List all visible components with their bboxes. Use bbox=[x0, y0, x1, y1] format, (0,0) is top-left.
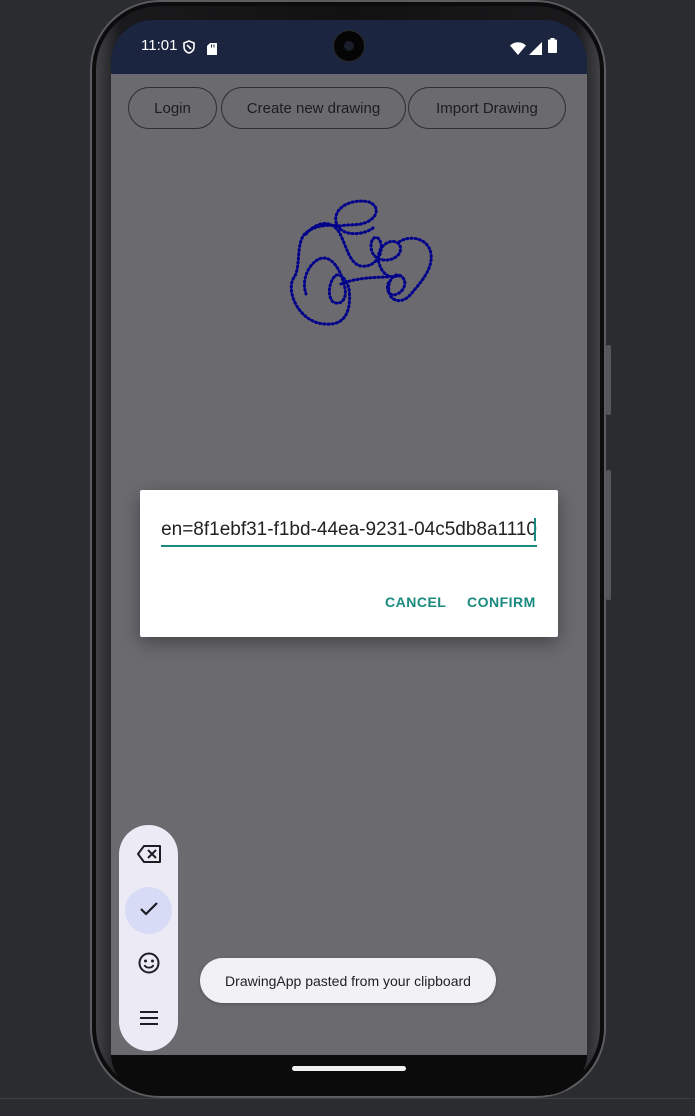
toast-text: DrawingApp pasted from your clipboard bbox=[225, 972, 471, 989]
floating-toolbar bbox=[119, 825, 178, 1051]
front-camera bbox=[334, 31, 364, 61]
login-button[interactable]: Login bbox=[128, 87, 217, 129]
drawing-stroke bbox=[385, 236, 433, 302]
volume-button bbox=[606, 470, 611, 600]
power-button bbox=[606, 345, 611, 415]
token-input[interactable]: en=8f1ebf31-f1bd-44ea-9231-04c5db8a1110 bbox=[161, 515, 537, 547]
wifi-icon bbox=[510, 40, 526, 59]
check-icon bbox=[139, 901, 159, 921]
import-drawing-button[interactable]: Import Drawing bbox=[408, 87, 566, 129]
battery-icon bbox=[548, 38, 557, 57]
emoji-icon bbox=[138, 952, 160, 978]
shield-icon bbox=[183, 39, 195, 58]
backspace-button[interactable] bbox=[125, 832, 172, 879]
import-dialog: en=8f1ebf31-f1bd-44ea-9231-04c5db8a1110 … bbox=[140, 490, 558, 637]
emoji-button[interactable] bbox=[125, 941, 172, 988]
token-input-value: en=8f1ebf31-f1bd-44ea-9231-04c5db8a1110 bbox=[161, 519, 537, 540]
clipboard-toast: DrawingApp pasted from your clipboard bbox=[200, 958, 496, 1003]
signal-icon bbox=[529, 40, 542, 59]
confirm-button[interactable]: CONFIRM bbox=[467, 594, 536, 610]
cancel-button[interactable]: CANCEL bbox=[385, 594, 446, 610]
drawing-canvas[interactable] bbox=[271, 184, 451, 334]
text-caret bbox=[534, 518, 536, 541]
create-drawing-button[interactable]: Create new drawing bbox=[221, 87, 406, 129]
phone-screen: 11:01 Login Create new drawing Import Dr… bbox=[111, 20, 587, 1095]
drawing-stroke bbox=[289, 199, 378, 326]
drawing-stroke bbox=[304, 222, 402, 278]
sd-card-icon bbox=[207, 40, 217, 59]
menu-icon bbox=[139, 1010, 159, 1030]
status-bar: 11:01 bbox=[111, 20, 587, 74]
app-content: Login Create new drawing Import Drawing … bbox=[111, 74, 587, 1055]
navigation-bar bbox=[111, 1055, 587, 1095]
gesture-handle[interactable] bbox=[292, 1066, 406, 1071]
status-time: 11:01 bbox=[141, 37, 178, 54]
desktop-divider bbox=[0, 1098, 695, 1099]
check-button[interactable] bbox=[125, 887, 172, 934]
menu-button[interactable] bbox=[125, 996, 172, 1043]
backspace-icon bbox=[136, 844, 162, 868]
